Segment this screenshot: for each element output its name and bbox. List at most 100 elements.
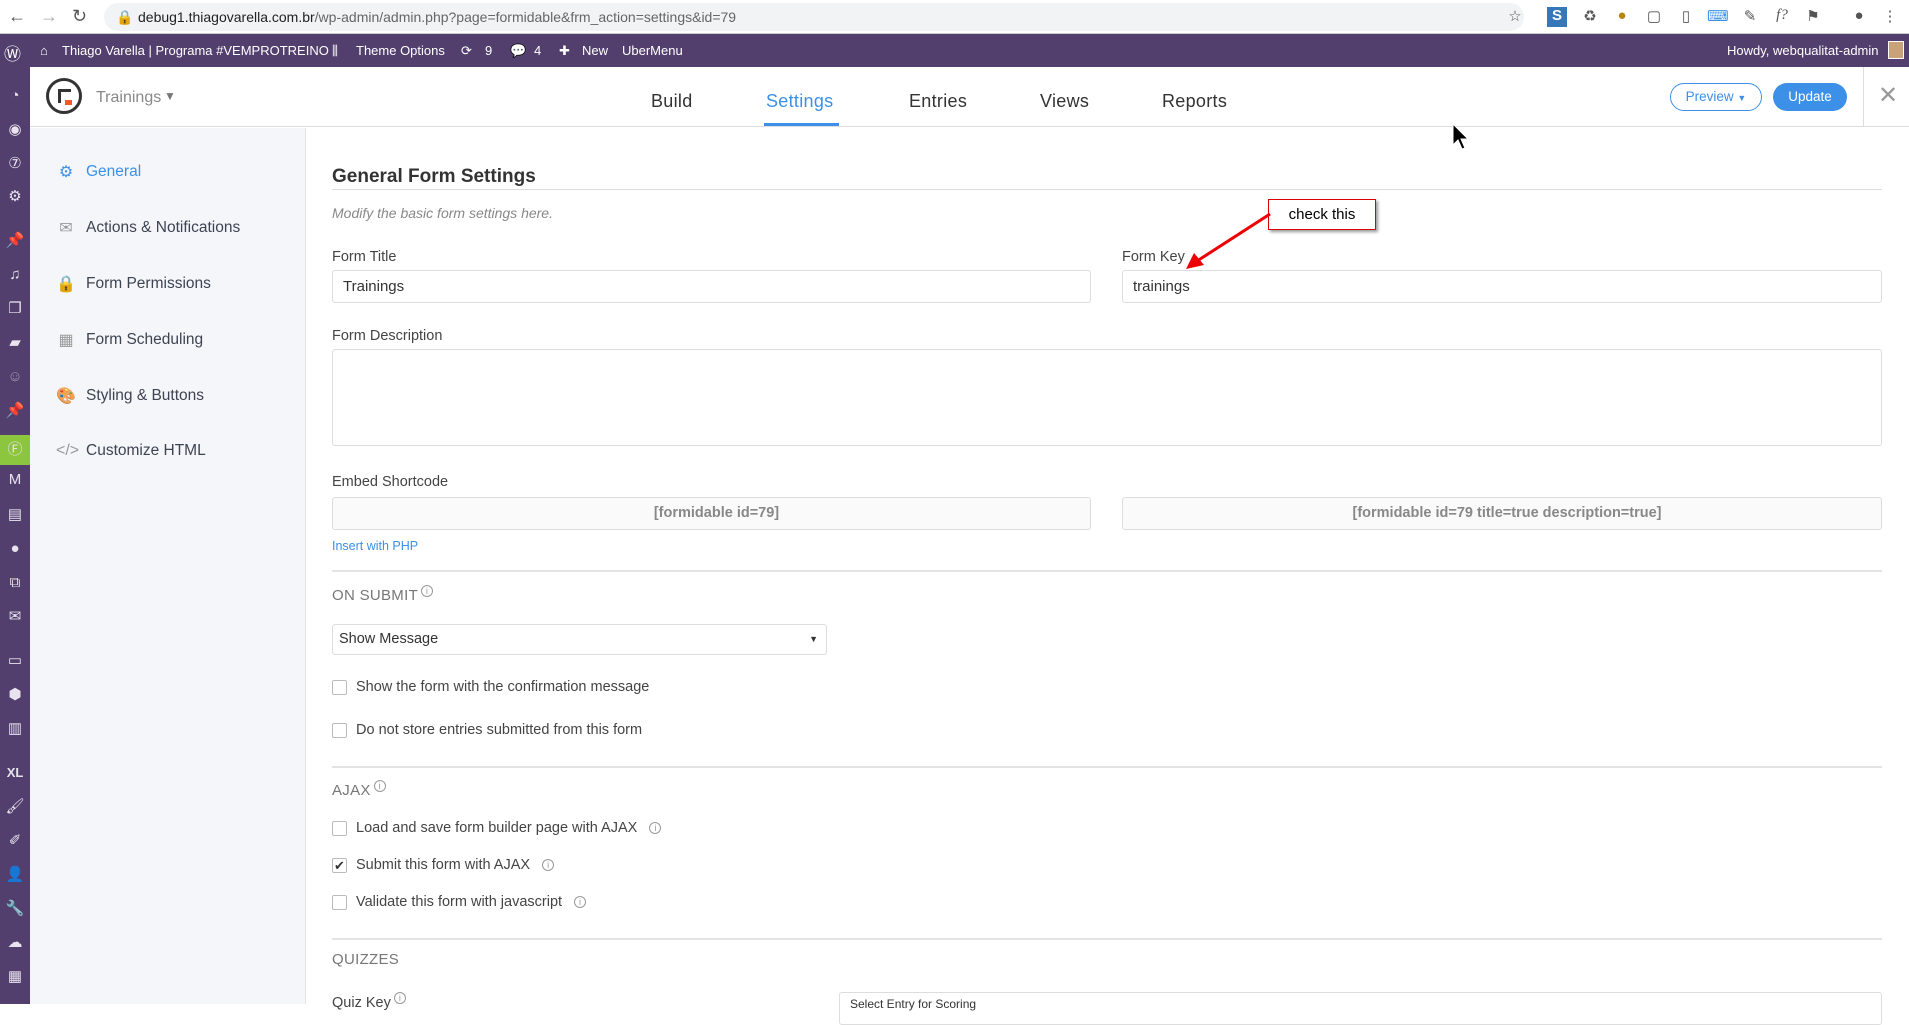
gear-icon[interactable]: ⚙ <box>5 187 25 207</box>
new-link[interactable]: New <box>582 43 608 58</box>
briefcase-icon[interactable]: ▤ <box>5 505 25 525</box>
woo-icon[interactable]: ▭ <box>5 651 25 671</box>
users-icon[interactable]: 👤 <box>5 865 25 885</box>
on-submit-select[interactable]: Show Message ▼ <box>332 624 827 655</box>
update-button[interactable]: Update <box>1773 83 1847 111</box>
dashboard-icon[interactable]: ◔ <box>5 86 25 106</box>
formidable-logo-icon[interactable] <box>46 78 82 114</box>
form-description-textarea[interactable] <box>332 349 1882 446</box>
info-icon[interactable]: i <box>649 822 662 834</box>
sidebar-item-customize-html[interactable]: </> Customize HTML <box>56 442 206 460</box>
active-tab-indicator <box>764 123 839 126</box>
site-name-link[interactable]: Thiago Varella | Programa #VEMPROTREINO <box>62 43 329 58</box>
info-icon[interactable]: i <box>574 896 587 908</box>
url-path: /wp-admin/admin.php?page=formidable&frm_… <box>314 9 737 25</box>
comments-icon[interactable]: ▰ <box>5 333 25 353</box>
ajax-submit-checkbox-row[interactable]: ✔ Submit this form with AJAX i <box>332 857 555 873</box>
quiz-key-text: Quiz Key <box>332 994 391 1011</box>
validate-js-checkbox-row[interactable]: Validate this form with javascript i <box>332 894 587 910</box>
shortcode-input[interactable]: [formidable id=79] <box>332 497 1091 530</box>
m-icon[interactable]: M <box>5 470 25 490</box>
seven-icon[interactable]: ⑦ <box>5 154 25 174</box>
cloud-icon[interactable]: ☁ <box>5 933 25 953</box>
plugins-icon[interactable]: ✐ <box>5 831 25 851</box>
settings-sidebar: ⚙ General ✉ Actions & Notifications 🔒 Form … <box>30 128 306 1004</box>
howdy-link[interactable]: Howdy, webqualitat-admin <box>1727 43 1879 58</box>
extension-recycle-icon[interactable]: ♻ <box>1580 7 1600 27</box>
profile-icon[interactable]: ● <box>1849 7 1869 27</box>
extension-code-icon[interactable]: ⌨ <box>1707 7 1729 27</box>
preview-button[interactable]: Preview ▼ <box>1670 83 1762 111</box>
sidebar-item-actions-notifications[interactable]: ✉ Actions & Notifications <box>56 218 240 238</box>
pin-icon[interactable]: 📌 <box>5 401 25 421</box>
shield-icon[interactable]: ◉ <box>5 120 25 140</box>
tab-settings[interactable]: Settings <box>766 91 833 112</box>
shortcode-full-input[interactable]: [formidable id=79 title=true description… <box>1122 497 1882 530</box>
mail-icon[interactable]: ✉ <box>5 607 25 627</box>
ajax-builder-checkbox[interactable] <box>332 820 347 836</box>
settings-icon[interactable]: ▦ <box>5 967 25 987</box>
sidebar-item-label: Styling & Buttons <box>86 387 205 404</box>
close-icon[interactable]: ✕ <box>1878 81 1898 110</box>
insert-with-php-link[interactable]: Insert with PHP <box>332 539 418 553</box>
sidebar-item-styling-buttons[interactable]: 🎨 Styling & Buttons <box>56 386 204 406</box>
formidable-icon[interactable]: Ⓕ <box>0 435 30 465</box>
caret-down-icon[interactable]: ▼ <box>164 89 176 103</box>
sidebar-item-label: Actions & Notifications <box>86 219 241 236</box>
sidebar-item-form-permissions[interactable]: 🔒 Form Permissions <box>56 274 211 294</box>
xl-icon[interactable]: XL <box>5 763 25 783</box>
extension-screenshot-icon[interactable]: ▢ <box>1644 7 1664 27</box>
extension-eyedropper-icon[interactable]: ✎ <box>1740 7 1760 27</box>
avatar[interactable] <box>1888 41 1904 59</box>
extension-r-icon[interactable]: ▯ <box>1676 7 1696 27</box>
wordpress-logo-icon[interactable]: Ⓦ <box>4 40 21 65</box>
no-store-checkbox-row[interactable]: Do not store entries submitted from this… <box>332 722 642 738</box>
quiz-key-select[interactable]: Select Entry for Scoring <box>839 992 1882 1025</box>
ajax-builder-checkbox-row[interactable]: Load and save form builder page with AJA… <box>332 820 662 836</box>
tab-reports[interactable]: Reports <box>1162 91 1227 112</box>
ajax-submit-checkbox[interactable]: ✔ <box>332 857 347 873</box>
info-icon[interactable]: i <box>542 859 555 871</box>
reload-icon[interactable]: ↻ <box>72 6 87 27</box>
extension-keeper-icon[interactable]: ● <box>1612 7 1632 27</box>
form-name-dropdown[interactable]: Trainings <box>96 89 161 107</box>
info-icon[interactable]: i <box>373 780 386 792</box>
show-form-checkbox-row[interactable]: Show the form with the confirmation mess… <box>332 679 649 695</box>
updates-count[interactable]: 9 <box>485 43 492 58</box>
sidebar-item-form-scheduling[interactable]: ▦ Form Scheduling <box>56 330 203 350</box>
tab-views[interactable]: Views <box>1040 91 1089 112</box>
pages-icon[interactable]: ❐ <box>5 299 25 319</box>
chat-icon[interactable]: ● <box>5 539 25 559</box>
show-form-checkbox[interactable] <box>332 679 347 695</box>
no-store-checkbox[interactable] <box>332 722 347 738</box>
pin-icon[interactable]: 📌 <box>5 231 25 251</box>
chrome-menu-icon[interactable]: ⋮ <box>1880 7 1900 27</box>
bookmark-star-icon[interactable]: ☆ <box>1505 7 1525 27</box>
box-icon[interactable]: ⬢ <box>5 685 25 705</box>
analytics-icon[interactable]: ▥ <box>5 719 25 739</box>
info-icon[interactable]: i <box>393 992 406 1004</box>
ubermenu-link[interactable]: UberMenu <box>622 43 683 58</box>
media-icon[interactable]: ♫ <box>5 265 25 285</box>
copy-icon[interactable]: ⧉ <box>5 573 25 593</box>
tools-icon[interactable]: 🔧 <box>5 899 25 919</box>
page-title: General Form Settings <box>332 166 536 187</box>
extension-font-icon[interactable]: f? <box>1772 7 1792 27</box>
form-title-input[interactable]: Trainings <box>332 270 1091 303</box>
brush-icon[interactable]: 🖌 <box>5 797 25 817</box>
back-icon[interactable]: ← <box>8 6 26 27</box>
tab-build[interactable]: Build <box>651 91 693 112</box>
sidebar-item-general[interactable]: ⚙ General <box>56 162 141 182</box>
theme-options-link[interactable]: Theme Options <box>356 43 445 58</box>
quizzes-heading: QUIZZES <box>332 951 400 968</box>
address-bar[interactable]: 🔒 debug1.thiagovarella.com.br/wp-admin/ad… <box>104 3 1524 31</box>
comments-count[interactable]: 4 <box>534 43 541 58</box>
extension-flag-icon[interactable]: ⚑ <box>1803 7 1823 27</box>
info-icon[interactable]: i <box>421 585 434 597</box>
validate-js-checkbox[interactable] <box>332 894 347 910</box>
forward-icon[interactable]: → <box>40 6 58 27</box>
sidebar-item-label: Form Scheduling <box>86 331 204 348</box>
tab-entries[interactable]: Entries <box>909 91 967 112</box>
extension-s-icon[interactable]: S <box>1547 7 1567 27</box>
feedback-icon[interactable]: ☺ <box>5 367 25 387</box>
